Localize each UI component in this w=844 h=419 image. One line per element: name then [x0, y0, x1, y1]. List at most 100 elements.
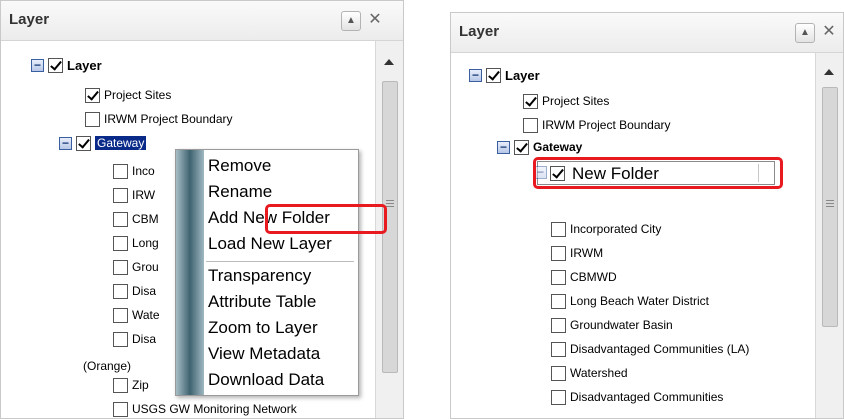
node-label: Inco [132, 164, 155, 178]
checkbox-icon[interactable] [113, 235, 128, 251]
node-label: Disa [132, 332, 157, 346]
menu-item-metadata[interactable]: View Metadata [208, 344, 320, 364]
checkbox-icon[interactable] [76, 135, 91, 151]
tree-node-child[interactable]: Groundwater Basin [551, 315, 673, 335]
scroll-up-icon[interactable] [824, 69, 834, 75]
node-label: Disadvantaged Communities [570, 390, 724, 404]
node-label: Layer [505, 67, 540, 83]
tree-node-child[interactable]: CBM [113, 209, 159, 229]
checkbox-icon[interactable] [486, 67, 501, 83]
tree-node-child[interactable]: IRW [113, 185, 155, 205]
tree-node-usgs[interactable]: USGS GW Monitoring Network [113, 399, 297, 418]
panel-title: Layer [459, 23, 500, 40]
tree-node-zip[interactable]: Zip [113, 375, 149, 395]
tree-node-gateway[interactable]: − Gateway [59, 133, 147, 153]
node-label: IRW [132, 188, 156, 202]
collapse-icon[interactable]: − [469, 68, 482, 82]
checkbox-icon[interactable] [113, 377, 128, 393]
tree-node-layer[interactable]: − Layer [469, 65, 540, 85]
tree-node-child[interactable]: Long [113, 233, 159, 253]
checkbox-icon[interactable] [113, 401, 128, 417]
tree-node-layer[interactable]: − Layer [31, 55, 102, 75]
close-button[interactable]: ✕ [365, 11, 385, 31]
scroll-up-icon[interactable] [384, 59, 394, 65]
node-label: Wate [132, 308, 160, 322]
checkbox-icon[interactable] [551, 389, 566, 405]
checkbox-icon[interactable] [113, 187, 128, 203]
context-menu: Remove Rename Add New Folder Load New La… [175, 149, 359, 396]
checkbox-icon[interactable] [113, 283, 128, 299]
node-label: CBMWD [570, 270, 617, 284]
tree-node-child[interactable]: IRWM [551, 243, 603, 263]
node-label: IRWM Project Boundary [104, 112, 233, 126]
tree-node-child[interactable]: Inco [113, 161, 155, 181]
tree-scrollbar[interactable] [815, 53, 843, 418]
menu-item-load-layer[interactable]: Load New Layer [208, 234, 332, 254]
menu-item-download[interactable]: Download Data [208, 370, 324, 390]
node-label: Disa [132, 284, 157, 298]
close-button[interactable]: ✕ [819, 23, 839, 43]
checkbox-icon[interactable] [551, 293, 566, 309]
node-label: Long Beach Water District [570, 294, 709, 308]
menu-item-remove[interactable]: Remove [208, 156, 271, 176]
checkbox-icon[interactable] [113, 163, 128, 179]
checkbox-icon[interactable] [551, 365, 566, 381]
tree-node-child[interactable]: Incorporated City [551, 219, 661, 239]
checkbox-icon[interactable] [85, 111, 100, 127]
tree-node-gateway[interactable]: − Gateway [497, 137, 582, 157]
node-label: IRWM [570, 246, 604, 260]
menu-item-rename[interactable]: Rename [208, 182, 272, 202]
node-label: Grou [132, 260, 159, 274]
tree-node-child[interactable]: Disa [113, 281, 156, 301]
checkbox-icon[interactable] [551, 245, 566, 261]
collapse-icon[interactable]: − [31, 58, 44, 72]
node-label: Project Sites [104, 88, 172, 102]
node-label: Groundwater Basin [570, 318, 673, 332]
checkbox-icon[interactable] [514, 139, 529, 155]
panel-titlebar: Layer ▲ ✕ [1, 1, 403, 41]
scroll-thumb[interactable] [822, 87, 838, 327]
tree-node-child[interactable]: Watershed [551, 363, 628, 383]
tree-node-irwm-boundary[interactable]: IRWM Project Boundary [85, 109, 233, 129]
checkbox-icon[interactable] [48, 57, 63, 73]
node-label: Watershed [570, 366, 628, 380]
node-label: USGS GW Monitoring Network [132, 402, 297, 416]
collapse-icon[interactable]: − [59, 136, 72, 150]
panel-titlebar: Layer ▲ ✕ [451, 13, 843, 53]
tree-node-child[interactable]: CBMWD [551, 267, 617, 287]
checkbox-icon[interactable] [551, 269, 566, 285]
tree-node-child[interactable]: Disadvantaged Communities (LA) [551, 339, 749, 359]
node-label: IRWM Project Boundary [542, 118, 671, 132]
node-label: Long [132, 236, 159, 250]
tree-node-irwm-boundary[interactable]: IRWM Project Boundary [523, 115, 671, 135]
checkbox-icon[interactable] [113, 211, 128, 227]
menu-separator [206, 261, 354, 262]
checkbox-icon[interactable] [551, 221, 566, 237]
checkbox-icon[interactable] [113, 307, 128, 323]
tree-node-child[interactable]: Disadvantaged Communities [551, 387, 723, 407]
menu-item-attr-table[interactable]: Attribute Table [208, 292, 316, 312]
tree-node-project-sites[interactable]: Project Sites [523, 91, 609, 111]
layer-tree: − Layer Project Sites IRWM Project Bound… [451, 57, 815, 418]
node-label: Disadvantaged Communities (LA) [570, 342, 750, 356]
node-label: Project Sites [542, 94, 610, 108]
checkbox-icon[interactable] [551, 341, 566, 357]
tree-node-child[interactable]: Disa [113, 329, 156, 349]
node-label-selected: Gateway [95, 136, 147, 150]
checkbox-icon[interactable] [113, 331, 128, 347]
checkbox-icon[interactable] [113, 259, 128, 275]
node-label: Gateway [533, 140, 583, 154]
checkbox-icon[interactable] [85, 87, 100, 103]
collapse-icon[interactable]: − [497, 140, 510, 154]
checkbox-icon[interactable] [523, 117, 538, 133]
tree-node-child[interactable]: Grou [113, 257, 159, 277]
tree-node-child[interactable]: Long Beach Water District [551, 291, 709, 311]
tree-node-child[interactable]: Wate [113, 305, 160, 325]
checkbox-icon[interactable] [523, 93, 538, 109]
menu-item-zoom[interactable]: Zoom to Layer [208, 318, 318, 338]
minimize-button[interactable]: ▲ [341, 11, 361, 31]
checkbox-icon[interactable] [551, 317, 566, 333]
tree-node-project-sites[interactable]: Project Sites [85, 85, 171, 105]
minimize-button[interactable]: ▲ [795, 23, 815, 43]
menu-item-transparency[interactable]: Transparency [208, 266, 311, 286]
